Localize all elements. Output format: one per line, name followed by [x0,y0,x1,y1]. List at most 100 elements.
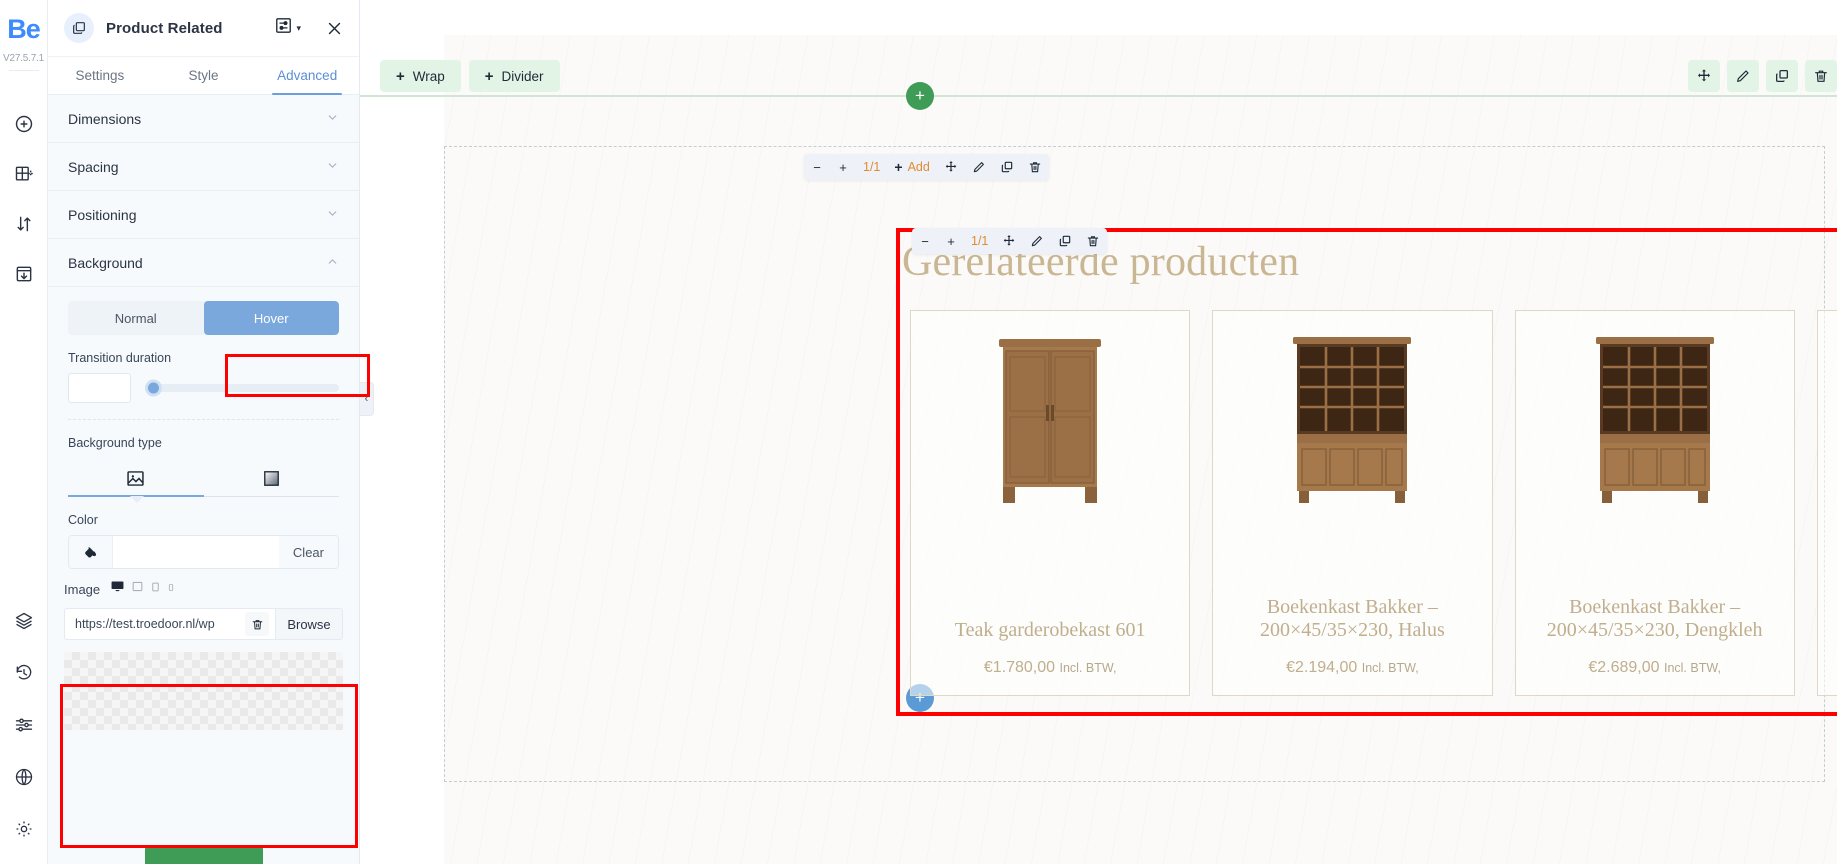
add-wrap-button[interactable]: + Wrap [380,60,461,92]
trash-icon[interactable] [245,612,269,636]
bookcase-illustration [1293,337,1412,503]
product-card[interactable]: Boekenkast Bakker – 200×45/35×230, Dengk… [1514,310,1795,696]
edit-pencil-icon[interactable] [1727,60,1759,92]
widget-toolbar: − + 1/1 [912,228,1108,254]
trash-icon[interactable] [1021,154,1049,180]
duplicate-icon[interactable] [1766,60,1798,92]
product-price-value: €1.780,00 [983,659,1056,676]
row-add-label: Add [907,160,930,174]
move-icon[interactable] [937,154,965,180]
tab-advanced[interactable]: Advanced [255,57,359,95]
product-card[interactable]: Teak garderobekast 601 €1.780,00 Incl. B… [910,310,1191,696]
close-icon[interactable] [323,17,345,39]
app-root: Be V27.5.7.1 Product Related ▾ Settings … [0,0,1837,864]
product-price: €2.689,00 Incl. BTW, [1588,659,1721,677]
transition-duration-input[interactable] [68,373,131,403]
page-title: Product Related [106,19,223,37]
sliders-box-icon [274,16,293,40]
panel-collapse-handle[interactable]: ‹ [360,382,374,416]
accordion-dimensions[interactable]: Dimensions [48,95,359,143]
image-url-input[interactable]: https://test.troedoor.nl/wp [75,617,241,631]
color-bucket-icon[interactable] [69,536,113,568]
save-button[interactable] [144,846,263,864]
preset-dropdown-button[interactable]: ▾ [274,16,301,40]
product-price-value: €2.689,00 [1588,659,1660,676]
wardrobe-cabinet-illustration [999,339,1102,503]
product-title: Boekenkast Bakker – 200×45/35×230, Kasar [1818,596,1837,643]
color-label: Color [68,513,98,527]
plus-icon: + [894,159,903,175]
row-zoom-out-button[interactable]: − [804,154,830,180]
layers-icon[interactable] [11,608,37,634]
edit-pencil-icon[interactable] [965,154,993,180]
rail-top-group [11,111,37,287]
divider [68,419,339,420]
desktop-icon[interactable] [110,579,125,599]
icon-rail: Be V27.5.7.1 [0,0,48,864]
reorder-icon[interactable] [11,211,37,237]
color-clear-button[interactable]: Clear [278,536,338,568]
rail-bottom-group [0,608,47,842]
accordion-background[interactable]: Background [48,239,359,287]
tab-settings[interactable]: Settings [48,57,152,94]
accordion-spacing[interactable]: Spacing [48,143,359,191]
globe-icon[interactable] [11,764,37,790]
product-card[interactable]: Boekenkast Bakker – 200×45/35×230, Halus… [1212,310,1493,696]
transition-duration-label: Transition duration [68,351,172,365]
background-type-gradient-icon[interactable] [204,460,340,496]
state-hover-button[interactable]: Hover [203,301,339,335]
browse-button[interactable]: Browse [275,608,343,640]
add-section-top-button[interactable]: + [906,82,934,110]
bookcase-illustration [1595,337,1714,503]
product-title: Boekenkast Bakker – 200×45/35×230, Halus [1259,595,1445,642]
background-type-underline [68,495,339,503]
row-zoom-in-button[interactable]: + [830,154,856,180]
logo[interactable]: Be [7,14,41,45]
product-related-widget: Gerelateerde producten Teak garderobekas… [900,232,1837,712]
background-type-label: Background type [68,436,162,450]
canvas-add-toolbar: + Wrap + Divider [380,60,560,92]
product-card[interactable]: Boekenkast Bakker – 200×45/35×230, Kasar… [1816,310,1837,696]
chevron-down-icon: ▾ [296,22,301,33]
state-normal-button[interactable]: Normal [68,301,204,335]
accordion-positioning[interactable]: Positioning [48,191,359,239]
move-icon[interactable] [995,228,1023,254]
templates-icon[interactable] [11,261,37,287]
widget-column-fraction[interactable]: 1/1 [964,228,995,254]
duplicate-icon[interactable] [993,154,1021,180]
mobile-icon[interactable] [167,580,175,598]
row-column-fraction[interactable]: 1/1 [856,154,887,180]
add-element-icon[interactable] [11,111,37,137]
row-add-button[interactable]: + Add [887,154,936,180]
canvas: + Wrap + Divider + + − + 1/1 + Add Gerel… [360,0,1837,864]
gear-icon[interactable] [11,816,37,842]
tablet-icon[interactable] [131,580,144,598]
add-section-icon[interactable] [11,161,37,187]
settings-sliders-icon[interactable] [11,712,37,738]
trash-icon[interactable] [1079,228,1107,254]
trash-icon[interactable] [1805,60,1837,92]
slider-knob[interactable] [145,379,162,397]
add-divider-label: Divider [501,68,544,84]
duplicate-icon[interactable] [1051,228,1079,254]
product-price: €1.780,00 Incl. BTW, [984,659,1117,677]
plus-icon: + [484,67,494,85]
background-type-image-icon[interactable] [68,460,204,496]
panel-header: Product Related ▾ [48,0,359,57]
color-value-field[interactable] [113,536,279,568]
image-preview-thumbnail[interactable] [64,652,343,730]
product-image [1287,311,1417,596]
mobile-landscape-icon[interactable] [150,580,161,598]
widget-zoom-in-button[interactable]: + [938,228,964,254]
add-divider-button[interactable]: + Divider [468,60,560,92]
image-url-box[interactable]: https://test.troedoor.nl/wp [64,608,275,640]
product-tax-note: Incl. BTW, [1663,661,1721,675]
product-price-value: €2.194,00 [1286,659,1358,676]
page-top-white [444,0,1837,35]
transition-duration-slider[interactable] [145,379,339,397]
widget-zoom-out-button[interactable]: − [912,228,938,254]
move-icon[interactable] [1688,60,1720,92]
tab-style[interactable]: Style [152,57,256,94]
edit-pencil-icon[interactable] [1023,228,1051,254]
history-icon[interactable] [11,660,37,686]
